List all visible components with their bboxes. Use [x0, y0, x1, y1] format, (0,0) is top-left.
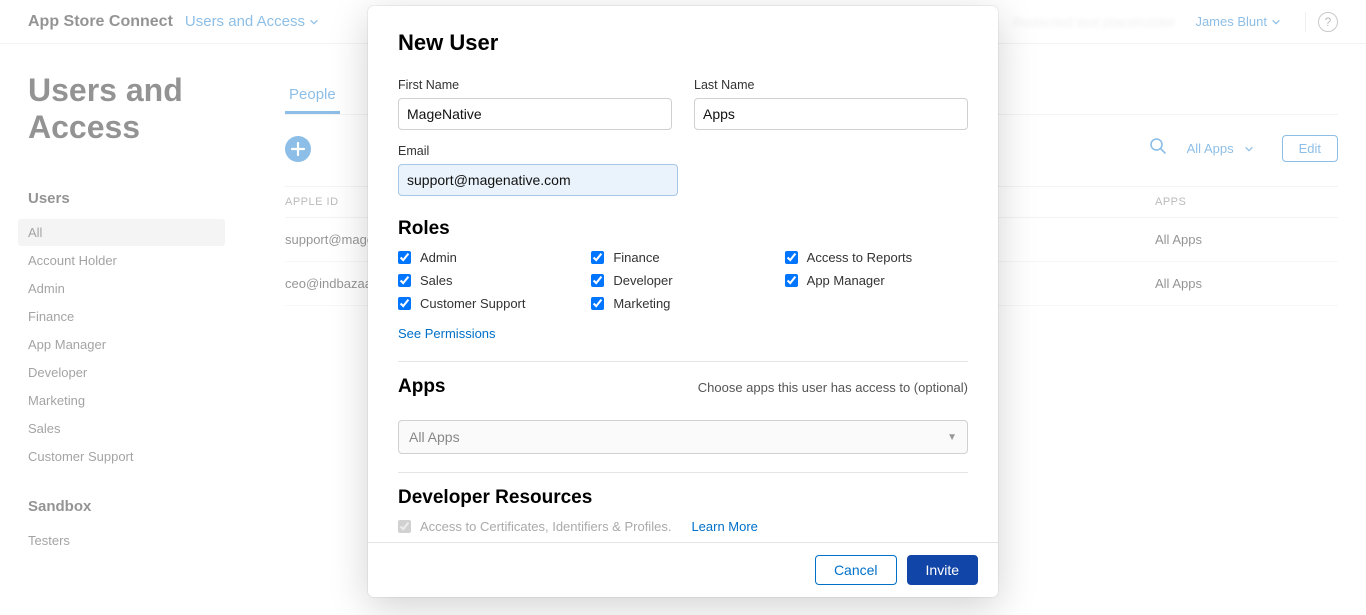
dev-resources-option[interactable]: Access to Certificates, Identifiers & Pr… — [398, 519, 671, 534]
role-finance-checkbox[interactable] — [591, 251, 604, 264]
new-user-modal: New User First Name Last Name Email Role… — [368, 6, 998, 597]
apps-select-value: All Apps — [409, 429, 460, 445]
roles-grid: Admin Finance Access to Reports Sales De… — [398, 250, 968, 311]
invite-button[interactable]: Invite — [907, 555, 978, 585]
role-label: Sales — [420, 273, 453, 288]
role-label: Finance — [613, 250, 659, 265]
role-sales[interactable]: Sales — [398, 273, 581, 288]
modal-footer: Cancel Invite — [368, 542, 998, 597]
role-marketing-checkbox[interactable] — [591, 297, 604, 310]
dev-resources-heading: Developer Resources — [398, 487, 968, 509]
role-label: Access to Reports — [807, 250, 913, 265]
apps-hint: Choose apps this user has access to (opt… — [698, 380, 968, 395]
role-label: Customer Support — [420, 296, 526, 311]
role-app-manager[interactable]: App Manager — [785, 273, 968, 288]
cancel-button[interactable]: Cancel — [815, 555, 897, 585]
first-name-label: First Name — [398, 78, 672, 92]
last-name-label: Last Name — [694, 78, 968, 92]
dev-resources-checkbox — [398, 520, 411, 533]
apps-select[interactable]: All Apps ▼ — [398, 420, 968, 454]
dev-resources-label: Access to Certificates, Identifiers & Pr… — [420, 519, 671, 534]
role-finance[interactable]: Finance — [591, 250, 774, 265]
email-label: Email — [398, 144, 678, 158]
triangle-down-icon: ▼ — [947, 432, 957, 443]
last-name-field[interactable] — [694, 98, 968, 130]
role-marketing[interactable]: Marketing — [591, 296, 774, 311]
role-label: Developer — [613, 273, 672, 288]
role-developer[interactable]: Developer — [591, 273, 774, 288]
modal-title: New User — [398, 30, 968, 56]
divider — [398, 472, 968, 473]
role-customer-support[interactable]: Customer Support — [398, 296, 581, 311]
email-field[interactable] — [398, 164, 678, 196]
first-name-field[interactable] — [398, 98, 672, 130]
role-label: Marketing — [613, 296, 670, 311]
roles-heading: Roles — [398, 218, 968, 240]
role-app-manager-checkbox[interactable] — [785, 274, 798, 287]
role-admin[interactable]: Admin — [398, 250, 581, 265]
modal-overlay: New User First Name Last Name Email Role… — [0, 0, 1366, 615]
role-access-reports-checkbox[interactable] — [785, 251, 798, 264]
apps-heading: Apps — [398, 376, 446, 398]
role-label: Admin — [420, 250, 457, 265]
see-permissions-link[interactable]: See Permissions — [398, 326, 496, 341]
role-developer-checkbox[interactable] — [591, 274, 604, 287]
role-access-reports[interactable]: Access to Reports — [785, 250, 968, 265]
role-cs-checkbox[interactable] — [398, 297, 411, 310]
role-label: App Manager — [807, 273, 885, 288]
role-sales-checkbox[interactable] — [398, 274, 411, 287]
role-admin-checkbox[interactable] — [398, 251, 411, 264]
learn-more-link[interactable]: Learn More — [691, 519, 757, 534]
